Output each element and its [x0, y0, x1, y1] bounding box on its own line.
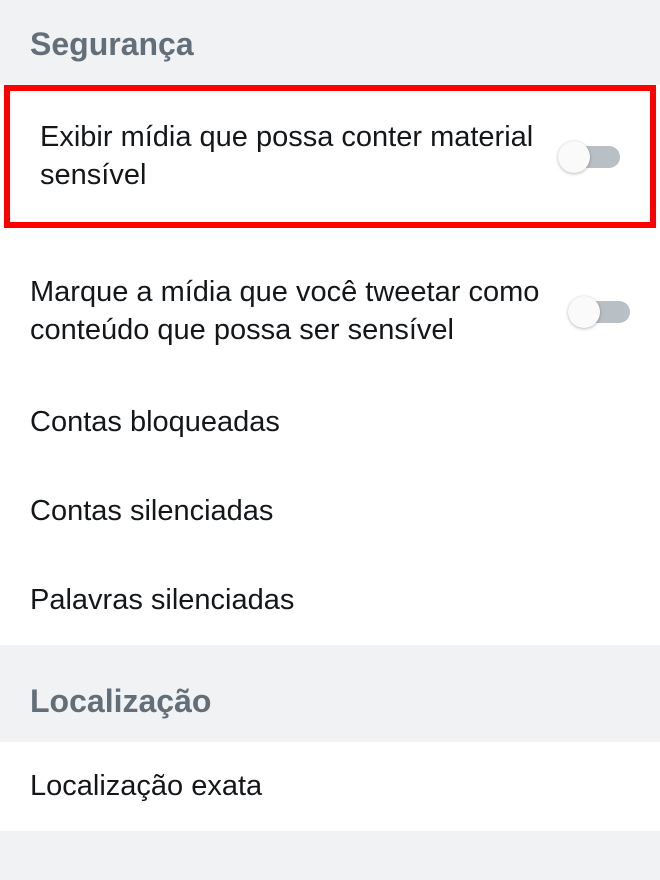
row-muted-accounts[interactable]: Contas silenciadas: [0, 467, 660, 556]
security-settings-group: Exibir mídia que possa conter material s…: [0, 85, 660, 645]
mark-media-sensitive-label: Marque a mídia que você tweetar como con…: [30, 274, 568, 349]
blocked-accounts-label: Contas bloqueadas: [30, 406, 280, 438]
muted-accounts-label: Contas silenciadas: [30, 495, 273, 527]
toggle-thumb: [568, 296, 600, 328]
highlight-frame: Exibir mídia que possa conter material s…: [4, 85, 656, 228]
row-muted-words[interactable]: Palavras silenciadas: [0, 556, 660, 645]
row-blocked-accounts[interactable]: Contas bloqueadas: [0, 378, 660, 467]
localization-settings-group: Localização exata: [0, 742, 660, 831]
display-sensitive-media-label: Exibir mídia que possa conter material s…: [40, 119, 558, 194]
precise-location-label: Localização exata: [30, 770, 262, 802]
row-mark-media-sensitive[interactable]: Marque a mídia que você tweetar como con…: [0, 246, 660, 377]
toggle-thumb: [558, 141, 590, 173]
section-gap: [0, 645, 660, 655]
toggle-display-sensitive-media[interactable]: [558, 142, 620, 172]
row-precise-location[interactable]: Localização exata: [0, 742, 660, 831]
section-header-localization: Localização: [0, 655, 660, 742]
muted-words-label: Palavras silenciadas: [30, 584, 294, 616]
row-display-sensitive-media[interactable]: Exibir mídia que possa conter material s…: [10, 91, 650, 222]
section-header-security: Segurança: [0, 0, 660, 85]
toggle-mark-media-sensitive[interactable]: [568, 297, 630, 327]
